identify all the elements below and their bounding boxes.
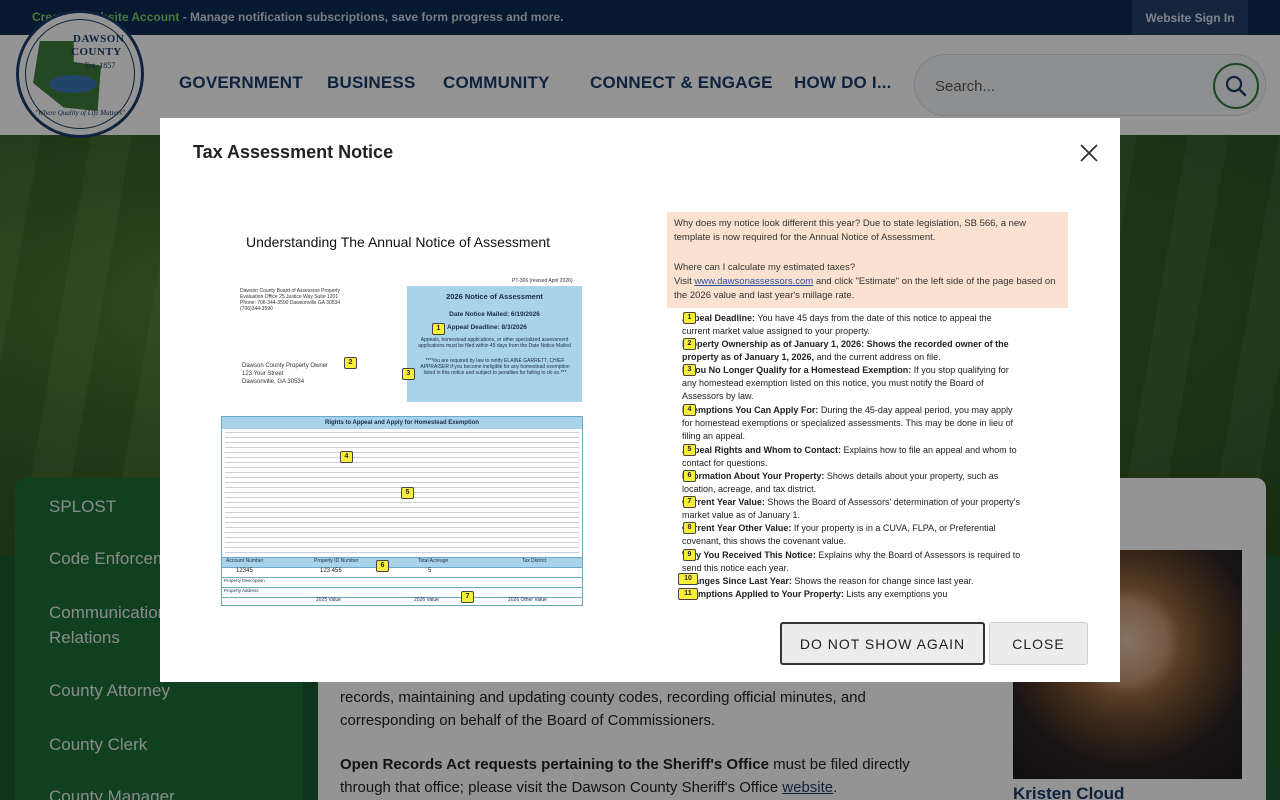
marker-1: 1 [432, 323, 445, 335]
list-marker-2: 2 [683, 338, 696, 350]
explanation-3: If You No Longer Qualify for a Homestead… [682, 364, 1022, 403]
explanation-10-label: Changes Since Last Year: [682, 576, 792, 586]
table-col-account: Account Number [226, 558, 264, 564]
explanation-5: Appeal Rights and Whom to Contact: Expla… [682, 444, 1022, 470]
owner-line-3: Dawsonville, GA 30534 [242, 379, 305, 385]
explanation-6: Information About Your Property: Shows d… [682, 470, 1022, 496]
marker-2: 2 [344, 357, 357, 369]
notice-sender: Dawson County Board of Assessors Propert… [240, 288, 341, 312]
close-button[interactable]: CLOSE [989, 622, 1088, 665]
notice-title: Understanding The Annual Notice of Asses… [246, 234, 551, 250]
owner-line-1: Dawson County Property Owner [242, 363, 329, 369]
explanation-8: Current Year Other Value: If your proper… [682, 522, 1022, 548]
notice-form-id: PT-306 (revised April 2026) [512, 278, 573, 284]
marker-6: 6 [376, 560, 389, 572]
explanation-5-label: Appeal Rights and Whom to Contact: [682, 445, 841, 455]
explanation-1: Appeal Deadline: You have 45 days from t… [682, 312, 1022, 338]
table-account-value: 12345 [236, 568, 253, 574]
info-question-1: Why does my notice look different this y… [674, 218, 1027, 243]
explanation-3-label: If You No Longer Qualify for a Homestead… [682, 365, 912, 375]
notice-assessment-box: 2026 Notice of Assessment Date Notice Ma… [407, 286, 582, 402]
owner-line-2: 123 Your Street [242, 371, 284, 377]
explanation-2: Property Ownership as of January 1, 2026… [682, 338, 1022, 364]
table-row-description: Property Description [224, 578, 265, 583]
list-marker-6: 6 [683, 470, 696, 482]
marker-3: 3 [402, 368, 415, 380]
info-question-2: Where can I calculate my estimated taxes… [674, 262, 856, 273]
modal-close-button[interactable] [1074, 138, 1104, 168]
explanation-4-label: Exemptions You Can Apply For: [682, 405, 819, 415]
notice-box-warning: ***You are required by law to notify ELA… [420, 358, 570, 376]
table-col-property-id: Property ID Number [314, 558, 359, 564]
info-visit: Visit www.dawsonassessors.com and click … [674, 275, 1064, 303]
explanation-8-label: Current Year Other Value: [682, 523, 792, 533]
table-row-address: Property Address [224, 588, 259, 593]
table-col-tax-district: Tax District [522, 558, 547, 564]
explanation-11: Exemptions Applied to Your Property: Lis… [682, 588, 1022, 601]
marker-7: 7 [461, 591, 474, 603]
marker-4: 4 [340, 451, 353, 463]
explanation-7: Current Year Value: Shows the Board of A… [682, 496, 1022, 522]
table-acreage-value: 5 [428, 568, 432, 574]
notice-box-header: 2026 Notice of Assessment [446, 292, 543, 301]
notice-owner: Dawson County Property Owner 123 Your St… [242, 362, 328, 386]
explanation-11-text: Lists any exemptions you [843, 589, 948, 599]
notice-appeal-deadline: Appeal Deadline: 8/3/2026 [447, 324, 527, 331]
explanation-11-label: Exemptions Applied to Your Property: [682, 589, 844, 599]
table-col-acreage: Total Acreage [418, 558, 449, 564]
do-not-show-again-button[interactable]: DO NOT SHOW AGAIN [780, 622, 985, 665]
list-marker-5: 5 [683, 444, 696, 456]
table-parcel-value: 123 456 [320, 568, 342, 574]
info-visit-text: Visit [674, 276, 695, 287]
list-marker-10: 10 [678, 573, 698, 585]
modal-title: Tax Assessment Notice [193, 142, 394, 162]
explanation-10-text: Shows the reason for change since last y… [791, 576, 974, 586]
tax-assessment-modal: Tax Assessment Notice Understanding The … [160, 118, 1120, 682]
explanation-6-label: Information About Your Property: [682, 471, 825, 481]
list-marker-7: 7 [683, 496, 696, 508]
list-marker-9: 9 [683, 549, 696, 561]
notice-date-mailed: Date Notice Mailed: 6/19/2026 [449, 311, 540, 318]
notice-image: Understanding The Annual Notice of Asses… [216, 210, 1088, 607]
notice-box-text: Appeals, homestead applications, or othe… [418, 337, 571, 349]
explanation-2-text: and the current address on file. [814, 352, 941, 362]
list-marker-8: 8 [683, 522, 696, 534]
rights-header: Rights to Appeal and Apply for Homestead… [222, 417, 582, 429]
table-value-2026: 2026 Value [414, 597, 439, 603]
explanation-9-label: Why You Received This Notice: [682, 550, 816, 560]
explanation-4: Exemptions You Can Apply For: During the… [682, 404, 1022, 443]
explanation-10: Changes Since Last Year: Shows the reaso… [682, 575, 1022, 588]
list-marker-1: 1 [683, 312, 696, 324]
list-marker-11: 11 [678, 588, 698, 600]
list-marker-3: 3 [683, 364, 696, 376]
marker-5: 5 [401, 487, 414, 499]
notice-rights-section: Rights to Appeal and Apply for Homestead… [221, 416, 583, 607]
table-value-2025: 2025 Value [316, 597, 341, 603]
table-value-2026-other: 2026 Other Value [508, 597, 547, 603]
notice-info-box: Why does my notice look different this y… [667, 212, 1068, 308]
list-marker-4: 4 [683, 404, 696, 416]
assessors-website-link[interactable]: www.dawsonassessors.com [694, 276, 813, 287]
close-icon [1080, 144, 1098, 162]
explanation-9: Why You Received This Notice: Explains w… [682, 549, 1022, 575]
